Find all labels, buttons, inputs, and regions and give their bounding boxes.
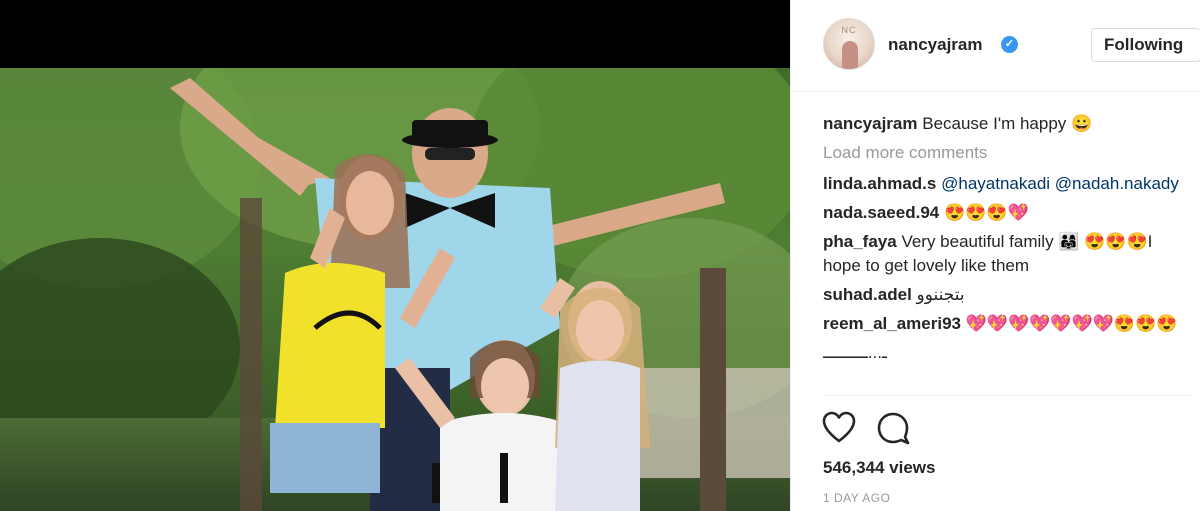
comment-username[interactable]: suhad.adel bbox=[823, 285, 912, 304]
post-media[interactable] bbox=[0, 0, 790, 511]
post-header: NC nancyajram ✓ Following bbox=[791, 0, 1200, 92]
heart-icon[interactable] bbox=[821, 410, 857, 446]
comment-text: ـ...ـــــــــ bbox=[823, 343, 887, 362]
view-count[interactable]: 546,344 views bbox=[823, 458, 935, 478]
comment: ـ...ـــــــــ bbox=[823, 341, 1193, 365]
avatar-logo: NC bbox=[841, 25, 857, 35]
comments-list: nancyajram Because I'm happy 😀 Load more… bbox=[823, 112, 1193, 398]
comment-mention[interactable]: @hayatnakadi bbox=[941, 174, 1050, 193]
comment: nada.saeed.94 😍😍😍💖 bbox=[823, 201, 1193, 225]
caption: nancyajram Because I'm happy 😀 bbox=[823, 112, 1193, 136]
load-more-comments-link[interactable]: Load more comments bbox=[823, 141, 1193, 165]
comment-username[interactable]: pha_faya bbox=[823, 232, 897, 251]
comment-text: 😍😍😍💖 bbox=[943, 203, 1029, 222]
comment-username[interactable]: linda.ahmad.s bbox=[823, 174, 936, 193]
video-frame[interactable] bbox=[0, 68, 790, 511]
verified-badge-icon: ✓ bbox=[1001, 36, 1018, 53]
comment-bubble-icon[interactable] bbox=[875, 410, 911, 446]
avatar[interactable]: NC bbox=[823, 18, 875, 70]
comment-text: بتجننوو bbox=[916, 285, 965, 304]
caption-username[interactable]: nancyajram bbox=[823, 114, 918, 133]
comment: pha_faya Very beautiful family 👨‍👩‍👧 😍😍😍… bbox=[823, 230, 1193, 278]
divider bbox=[823, 395, 1193, 396]
post-actions bbox=[821, 410, 925, 446]
post-timestamp[interactable]: 1 DAY AGO bbox=[823, 491, 890, 505]
family-illustration bbox=[170, 78, 726, 511]
comment-username[interactable]: nada.saeed.94 bbox=[823, 203, 939, 222]
avatar-figure bbox=[842, 41, 858, 69]
following-button[interactable]: Following bbox=[1091, 28, 1200, 62]
post-username[interactable]: nancyajram bbox=[888, 35, 983, 55]
comment-mention[interactable]: @nadah.nakady bbox=[1055, 174, 1179, 193]
caption-text: Because I'm happy 😀 bbox=[922, 114, 1093, 133]
post-sidebar: NC nancyajram ✓ Following nancyajram Bec… bbox=[790, 0, 1200, 511]
comment: suhad.adel بتجننوو bbox=[823, 283, 1193, 307]
comment-username[interactable]: reem_al_ameri93 bbox=[823, 314, 961, 333]
comment: linda.ahmad.s @hayatnakadi @nadah.nakady bbox=[823, 172, 1193, 196]
comment: reem_al_ameri93 💖💖💖💖💖💖💖😍😍😍 bbox=[823, 312, 1193, 336]
comment-text: 💖💖💖💖💖💖💖😍😍😍 bbox=[965, 314, 1178, 333]
